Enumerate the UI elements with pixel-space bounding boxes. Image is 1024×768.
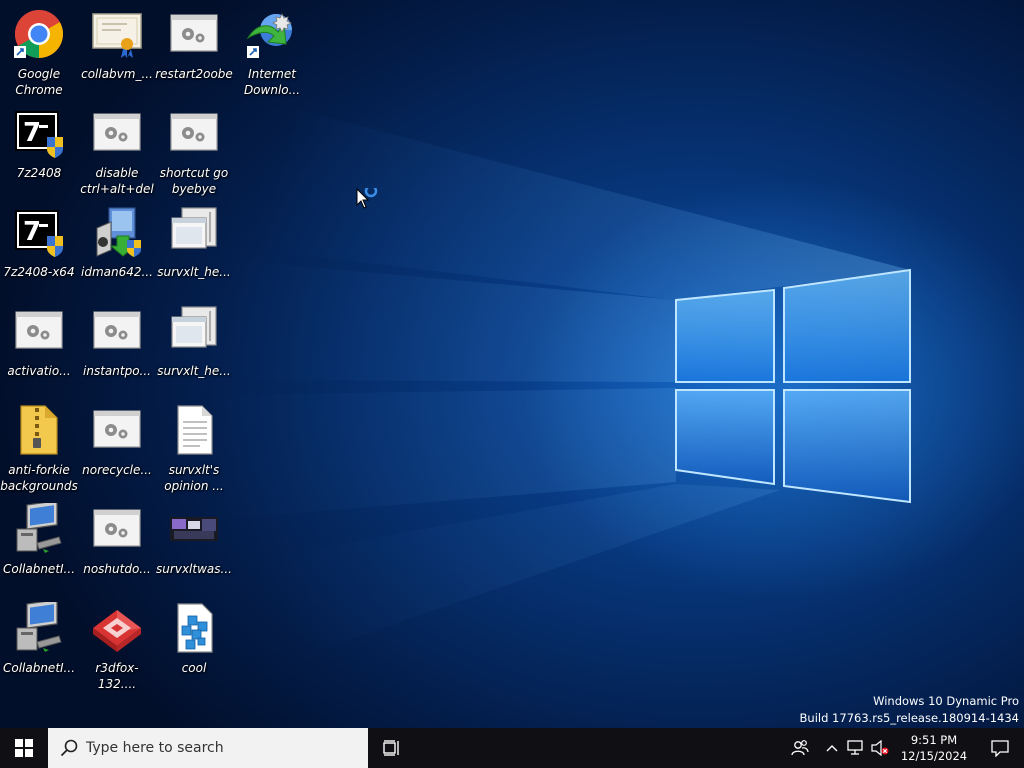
image-thumbnail-icon [168,503,220,555]
task-view-icon [383,740,399,756]
chevron-up-icon [826,745,838,752]
desktop-icon[interactable]: noshutdo... [78,499,156,595]
desktop-icon[interactable]: restart2oobe [155,4,233,100]
action-center-button[interactable] [976,728,1024,768]
desktop-icon-label: norecycle... [82,463,152,477]
people-icon [791,740,809,756]
desktop-icon-label: cool [181,661,207,675]
taskbar: Type here to search 9:51 PM 12/15/2024 [0,728,1024,768]
watermark-build: Build 17763.rs5_release.180914-1434 [799,711,1019,725]
installer-icon [91,206,143,258]
desktop-icon[interactable]: CollabnetI... [0,598,78,694]
desktop-icon-label: noshutdo... [83,562,151,576]
settings-file-icon [91,305,143,357]
desktop-icon-label: survxltwas... [156,562,232,576]
desktop-icon-label: Internet Downlo... [243,67,301,97]
desktop-icon[interactable]: Google Chrome [0,4,78,100]
desktop-icon-label: anti-forkie backgrounds [0,463,78,493]
7zip-installer-icon: 7 [13,206,65,258]
desktop-icon-label: idman642... [81,265,153,279]
desktop-icon[interactable]: 7 7z2408-x64 [0,202,78,298]
settings-file-icon [91,107,143,159]
desktop-icon[interactable]: activatio... [0,301,78,397]
network-wired-icon [847,740,863,755]
desktop-icon[interactable]: idman642... [78,202,156,298]
r3dfox-icon [91,602,143,654]
desktop-icon[interactable]: instantpo... [78,301,156,397]
zip-folder-icon [13,404,65,456]
desktop-icon[interactable]: survxlt_he... [155,202,233,298]
desktop-icon-label: Google Chrome [15,67,63,97]
desktop-icon-label: survxlt's opinion ... [164,463,224,493]
desktop-icon-label: r3dfox-132.... [95,661,139,691]
settings-file-icon [13,305,65,357]
clock-date: 12/15/2024 [900,749,968,763]
desktop-icon-label: shortcut go byebye [159,166,229,196]
desktop-icon[interactable]: cool [155,598,233,694]
desktop-icon[interactable]: 7 7z2408 [0,103,78,199]
network-computer-icon [13,599,65,654]
blue-blocks-icon [168,602,220,654]
desktop-icon-label: collabvm_... [81,67,153,81]
desktop-icon-label: disable ctrl+alt+del [80,166,154,196]
task-view-button[interactable] [368,728,416,768]
desktop-icon-label: survxlt_he... [157,265,231,279]
desktop-icon-label: restart2oobe [155,67,233,81]
settings-file-icon [168,8,220,60]
search-placeholder: Type here to search [86,740,224,756]
settings-file-icon [91,503,143,555]
desktop-icon[interactable]: CollabnetI... [0,499,78,595]
settings-file-icon [168,107,220,159]
desktop-icon[interactable]: norecycle... [78,400,156,496]
search-icon [60,739,78,757]
chrome-icon [13,8,65,60]
desktop-icon-label: CollabnetI... [2,562,76,576]
watermark-edition: Windows 10 Dynamic Pro [873,694,1019,708]
show-hidden-icons-button[interactable] [820,728,844,768]
desktop-icon[interactable]: survxltwas... [155,499,233,595]
network-computer-icon [13,500,65,555]
desktop-icon-label: CollabnetI... [2,661,76,675]
start-button[interactable] [0,728,48,768]
svg-text:7: 7 [23,118,41,148]
desktop-icon-label: survxlt_he... [157,364,231,378]
desktop-icon-label: activatio... [7,364,71,378]
desktop[interactable]: Google Chrome collabvm_... restart2oobe … [0,0,1024,728]
network-button[interactable] [844,728,868,768]
text-document-icon [168,404,220,456]
volume-muted-icon [871,740,889,756]
people-button[interactable] [780,728,820,768]
desktop-icon[interactable]: r3dfox-132.... [78,598,156,694]
desktop-icon-label: 7z2408 [16,166,62,180]
window-file-icon [168,206,220,258]
busy-cursor-icon [356,188,378,209]
desktop-icon[interactable]: disable ctrl+alt+del [78,103,156,199]
windows-watermark: Windows 10 Dynamic Pro Build 17763.rs5_r… [800,693,1019,727]
certificate-icon [91,8,143,60]
windows-start-icon [15,739,33,757]
window-file-icon [168,305,220,357]
desktop-icon[interactable]: Internet Downlo... [233,4,311,100]
svg-text:7: 7 [23,217,41,247]
settings-file-icon [91,404,143,456]
idm-icon [246,8,298,60]
notification-icon [991,740,1009,757]
desktop-icon[interactable]: anti-forkie backgrounds [0,400,78,496]
desktop-icon[interactable]: survxlt's opinion ... [155,400,233,496]
desktop-icon[interactable]: shortcut go byebye [155,103,233,199]
clock-time: 9:51 PM [910,733,958,747]
desktop-icon[interactable]: survxlt_he... [155,301,233,397]
search-box[interactable]: Type here to search [48,728,368,768]
desktop-icon-label: 7z2408-x64 [3,265,75,279]
7zip-installer-icon: 7 [13,107,65,159]
desktop-icon-label: instantpo... [83,364,151,378]
volume-button[interactable] [868,728,892,768]
taskbar-clock[interactable]: 9:51 PM 12/15/2024 [892,728,976,768]
desktop-icon[interactable]: collabvm_... [78,4,156,100]
system-tray: 9:51 PM 12/15/2024 [780,728,1024,768]
